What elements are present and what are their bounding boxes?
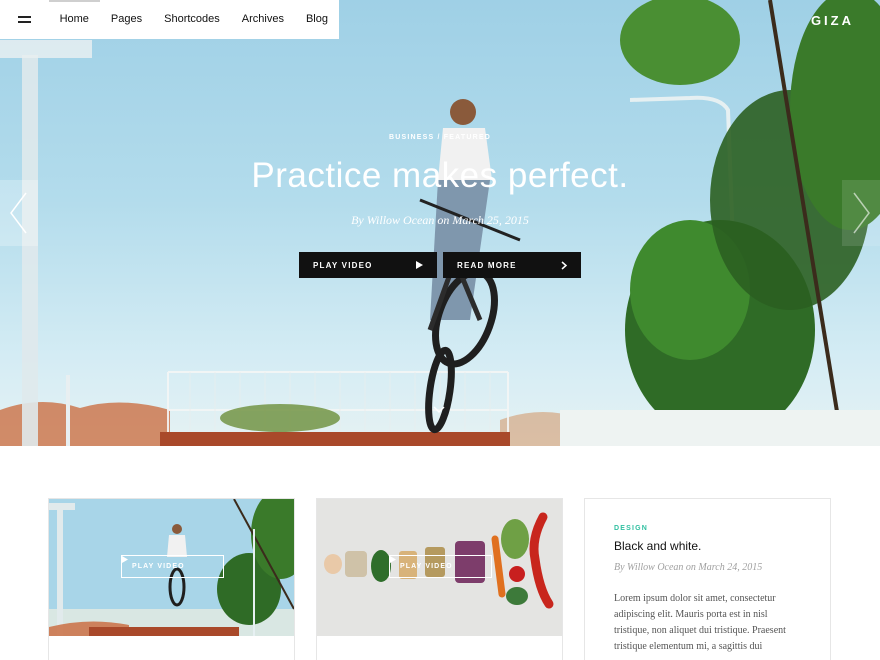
hamburger-icon[interactable] xyxy=(0,0,49,39)
play-video-button[interactable]: PLAY VIDEO xyxy=(299,252,437,278)
post-card-video: PLAY VIDEO xyxy=(316,498,563,660)
nav-item-blog[interactable]: Blog xyxy=(295,0,339,39)
read-more-label: READ MORE xyxy=(457,260,517,270)
scroll-down-button[interactable] xyxy=(430,403,448,417)
post-thumbnail[interactable]: PLAY VIDEO xyxy=(49,499,294,636)
read-more-button[interactable]: READ MORE xyxy=(443,252,581,278)
card-play-video-label: PLAY VIDEO xyxy=(400,563,453,570)
play-icon xyxy=(416,261,423,269)
hero-title[interactable]: Practice makes perfect. xyxy=(0,156,880,196)
post-meta: By Willow Ocean on March 24, 2015 xyxy=(614,562,763,573)
post-excerpt: Lorem ipsum dolor sit amet, consectetur … xyxy=(614,593,786,652)
chevron-down-icon xyxy=(433,406,445,414)
post-thumbnail[interactable]: PLAY VIDEO xyxy=(317,499,562,636)
hero-meta: By Willow Ocean on March 25, 2015 xyxy=(351,213,529,227)
hero-category[interactable]: BUSINESS / FEATURED xyxy=(0,134,880,141)
card-play-video-button[interactable]: PLAY VIDEO xyxy=(389,555,492,578)
nav-item-shortcodes[interactable]: Shortcodes xyxy=(153,0,231,39)
chevron-right-icon xyxy=(561,260,567,270)
post-category[interactable]: DESIGN xyxy=(614,525,801,532)
card-play-video-button[interactable]: PLAY VIDEO xyxy=(121,555,224,578)
post-card-video: PLAY VIDEO xyxy=(48,498,295,660)
nav-item-home[interactable]: Home xyxy=(48,0,101,39)
site-logo[interactable]: GIZA xyxy=(811,13,854,28)
hero-slider: Home Pages Shortcodes Archives Blog GIZA… xyxy=(0,0,880,446)
play-icon xyxy=(122,556,128,563)
nav-item-pages[interactable]: Pages xyxy=(100,0,153,39)
post-card-text: DESIGN Black and white. By Willow Ocean … xyxy=(584,498,831,660)
play-icon xyxy=(390,556,396,563)
nav-item-archives[interactable]: Archives xyxy=(231,0,295,39)
play-video-label: PLAY VIDEO xyxy=(313,260,373,270)
post-title[interactable]: Black and white. xyxy=(614,539,801,553)
card-play-video-label: PLAY VIDEO xyxy=(132,563,185,570)
main-navigation: Home Pages Shortcodes Archives Blog xyxy=(0,0,339,39)
